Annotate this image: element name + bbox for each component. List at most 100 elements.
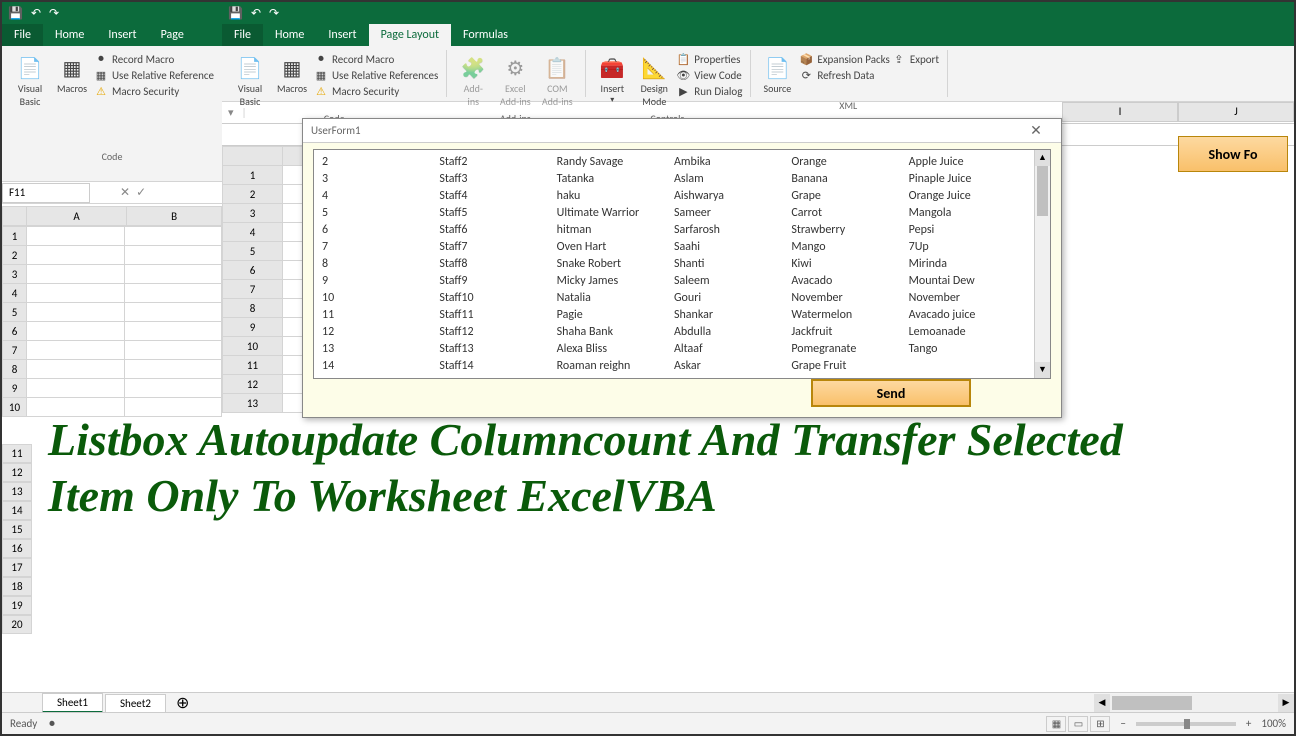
listbox-cell[interactable]: Apple Juice (909, 154, 1026, 170)
listbox-cell[interactable]: Avacado juice (909, 307, 1026, 323)
properties-cmd[interactable]: 📋Properties (676, 52, 742, 66)
addins-button[interactable]: 🧩Add- ins (453, 52, 493, 110)
listbox-cell[interactable]: Mountai Dew (909, 273, 1026, 289)
sheet-tab-2[interactable]: Sheet2 (105, 694, 166, 712)
listbox-cell[interactable]: Aishwarya (674, 188, 791, 204)
listbox-cell[interactable]: 7Up (909, 239, 1026, 255)
listbox-cell[interactable]: Pinaple Juice (909, 171, 1026, 187)
listbox-cell[interactable]: 11 (322, 307, 439, 323)
row-header[interactable]: 11 (2, 444, 32, 463)
listbox-cell[interactable]: Mirinda (909, 256, 1026, 272)
listbox-cell[interactable]: November (791, 290, 908, 306)
row-header[interactable]: 5 (3, 303, 27, 322)
row-header[interactable]: 9 (223, 318, 283, 337)
listbox-cell[interactable]: hitman (557, 222, 674, 238)
listbox-cell[interactable]: Saleem (674, 273, 791, 289)
listbox-cell[interactable]: Ambika (674, 154, 791, 170)
add-sheet-icon[interactable]: ⊕ (168, 691, 197, 715)
cell[interactable] (124, 227, 222, 246)
listbox-cell[interactable]: Staff8 (439, 256, 556, 272)
show-form-button[interactable]: Show Fo (1178, 136, 1288, 172)
listbox-cell[interactable]: Grape Fruit (791, 358, 908, 374)
cell[interactable] (124, 246, 222, 265)
normal-view-icon[interactable]: ▦ (1046, 716, 1066, 732)
listbox-cell[interactable]: Staff3 (439, 171, 556, 187)
tab-home[interactable]: Home (43, 24, 96, 46)
listbox-cell[interactable]: Staff12 (439, 324, 556, 340)
listbox-cell[interactable]: Aslam (674, 171, 791, 187)
row-header[interactable]: 18 (2, 577, 32, 596)
listbox-cell[interactable]: Tatanka (557, 171, 674, 187)
listbox-cell[interactable]: Askar (674, 358, 791, 374)
redo-icon[interactable]: ↷ (269, 6, 279, 21)
listbox-cell[interactable]: Shanti (674, 256, 791, 272)
relative-refs-cmd[interactable]: ▦Use Relative References (314, 68, 438, 82)
listbox-cell[interactable]: Staff7 (439, 239, 556, 255)
listbox-cell[interactable]: Jackfruit (791, 324, 908, 340)
zoom-slider[interactable] (1136, 722, 1236, 726)
listbox-cell[interactable]: 8 (322, 256, 439, 272)
listbox-cell[interactable]: Carrot (791, 205, 908, 221)
listbox-cell[interactable]: Snake Robert (557, 256, 674, 272)
cell[interactable] (27, 284, 125, 303)
macros-button[interactable]: ▦ Macros (52, 52, 92, 97)
row-header[interactable]: 12 (223, 375, 283, 394)
listbox-cell[interactable]: Avacado (791, 273, 908, 289)
visual-basic-button[interactable]: 📄Visual Basic (230, 52, 270, 110)
zoom-level[interactable]: 100% (1261, 717, 1286, 730)
enter-icon[interactable]: ✓ (136, 185, 146, 200)
row-header[interactable]: 11 (223, 356, 283, 375)
row-header[interactable]: 20 (2, 615, 32, 634)
visual-basic-button[interactable]: 📄 Visual Basic (10, 52, 50, 110)
listbox-cell[interactable]: 3 (322, 171, 439, 187)
tab-page-layout[interactable]: Page Layout (369, 24, 451, 46)
row-header[interactable]: 7 (3, 341, 27, 360)
col-header[interactable] (223, 147, 283, 166)
cell[interactable] (27, 341, 125, 360)
col-header-j[interactable]: J (1178, 102, 1294, 122)
row-header[interactable]: 6 (223, 261, 283, 280)
row-header[interactable]: 13 (2, 482, 32, 501)
send-button[interactable]: Send (811, 379, 971, 407)
row-header[interactable]: 17 (2, 558, 32, 577)
row-header[interactable]: 14 (2, 501, 32, 520)
tab-insert[interactable]: Insert (96, 24, 148, 46)
listbox-cell[interactable]: 12 (322, 324, 439, 340)
row-header[interactable]: 8 (223, 299, 283, 318)
listbox-cell[interactable]: Randy Savage (557, 154, 674, 170)
listbox-cell[interactable]: Banana (791, 171, 908, 187)
cell[interactable] (27, 265, 125, 284)
listbox-cell[interactable]: 2 (322, 154, 439, 170)
listbox-cell[interactable]: Tango (909, 341, 1026, 357)
expansion-packs-cmd[interactable]: 📦Expansion Packs (799, 52, 889, 66)
listbox-cell[interactable]: Staff10 (439, 290, 556, 306)
page-layout-view-icon[interactable]: ▭ (1068, 716, 1088, 732)
macro-security-cmd[interactable]: ⚠Macro Security (314, 84, 438, 98)
listbox-cell[interactable]: Staff5 (439, 205, 556, 221)
listbox-cell[interactable]: Pepsi (909, 222, 1026, 238)
scroll-right-icon[interactable]: ▶ (1278, 694, 1294, 712)
com-addins-button[interactable]: 📋COM Add-ins (537, 52, 577, 110)
cell[interactable] (124, 265, 222, 284)
cell[interactable] (27, 303, 125, 322)
listbox-cell[interactable]: 10 (322, 290, 439, 306)
listbox-cell[interactable]: Staff6 (439, 222, 556, 238)
cell[interactable] (27, 227, 125, 246)
cell[interactable] (124, 341, 222, 360)
scroll-down-icon[interactable]: ▼ (1035, 362, 1050, 378)
save-icon[interactable]: 💾 (228, 6, 243, 21)
listbox-cell[interactable]: Alexa Bliss (557, 341, 674, 357)
userform-titlebar[interactable]: UserForm1 ✕ (303, 119, 1061, 143)
listbox-cell[interactable]: Staff9 (439, 273, 556, 289)
row-header[interactable]: 5 (223, 242, 283, 261)
tab-page[interactable]: Page (149, 24, 196, 46)
listbox-cell[interactable]: Sameer (674, 205, 791, 221)
record-macro-cmd[interactable]: ⏺Record Macro (314, 52, 438, 66)
listbox-cell[interactable]: Lemoanade (909, 324, 1026, 340)
row-header[interactable]: 13 (223, 394, 283, 413)
export-cmd[interactable]: ⇪Export (892, 52, 939, 66)
listbox-cell[interactable]: 6 (322, 222, 439, 238)
row-header[interactable]: 10 (3, 398, 27, 417)
listbox-cell[interactable]: Sarfarosh (674, 222, 791, 238)
row-header[interactable]: 6 (3, 322, 27, 341)
